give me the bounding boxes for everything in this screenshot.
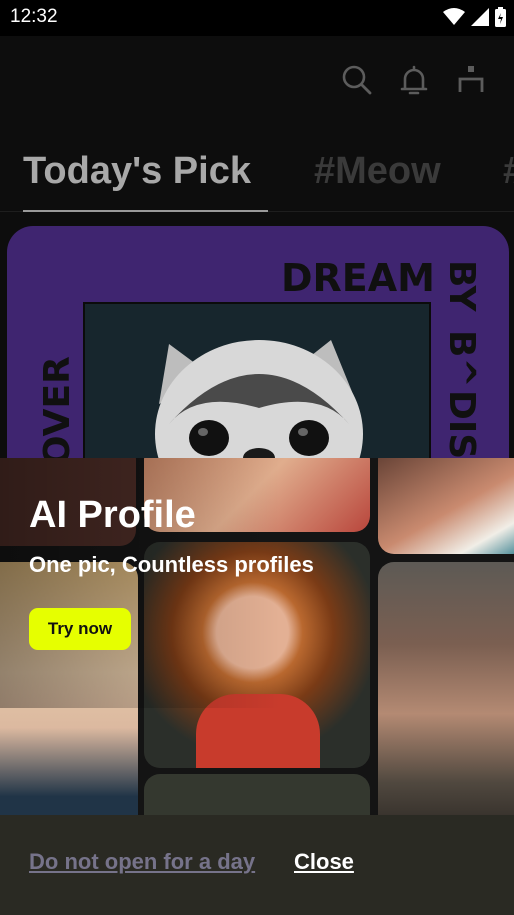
promo-title: AI Profile (29, 494, 196, 536)
tab-next[interactable]: # (503, 150, 514, 193)
top-bar (0, 36, 514, 126)
card-text-by: BY (441, 260, 482, 312)
do-not-open-for-a-day-link[interactable]: Do not open for a day (29, 849, 255, 875)
bell-icon[interactable] (398, 64, 430, 96)
profile-icon[interactable] (455, 64, 487, 96)
card-text-over: OVER (37, 356, 78, 466)
active-tab-indicator (23, 210, 268, 212)
tab-todays-pick[interactable]: Today's Pick (23, 150, 251, 193)
card-text-dis: DIS (441, 390, 482, 460)
profile-tile (378, 458, 514, 554)
profile-tile (378, 562, 514, 815)
ai-profile-popup[interactable]: AI Profile One pic, Countless profiles T… (0, 458, 514, 815)
status-icons (443, 7, 506, 27)
card-text-dream: DREAM (281, 256, 435, 300)
battery-icon (495, 7, 506, 27)
promo-subtitle: One pic, Countless profiles (29, 552, 314, 577)
search-icon[interactable] (341, 64, 373, 96)
try-now-button[interactable]: Try now (29, 608, 131, 650)
status-bar: 12:32 (0, 0, 514, 36)
close-button[interactable]: Close (294, 849, 354, 875)
tab-meow[interactable]: #Meow (314, 150, 441, 193)
profile-tile (144, 774, 370, 815)
category-tabs: Today's Pick #Meow # (0, 142, 514, 212)
popup-footer: Do not open for a day Close (0, 815, 514, 915)
card-text-b: B^ (441, 330, 482, 388)
wifi-icon (443, 8, 465, 25)
status-time: 12:32 (10, 6, 58, 27)
signal-icon (471, 8, 489, 26)
